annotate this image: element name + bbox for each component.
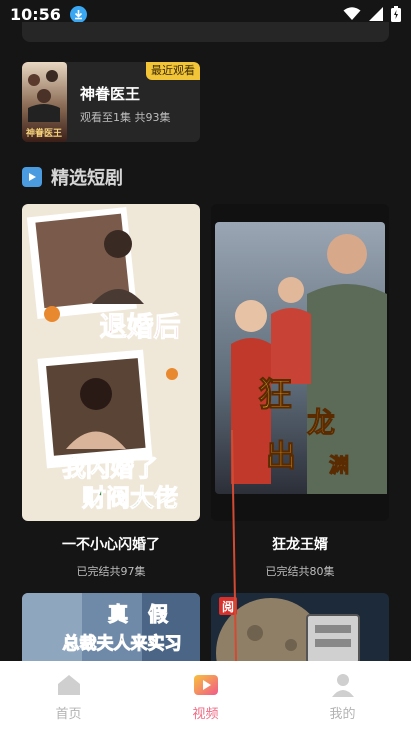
- drama-cover-text: 总裁夫人来实习: [63, 633, 182, 654]
- home-icon: [57, 675, 80, 695]
- recent-cover-text: 神眷医王: [26, 127, 62, 139]
- drama-cover-text: 我闪婚了: [62, 454, 158, 482]
- drama-cover: 狂 龙 出 渊: [211, 204, 389, 521]
- drama-cover-text: 真: [108, 602, 128, 626]
- section-header: 精选短剧: [22, 164, 123, 190]
- drama-card[interactable]: 狂 龙 出 渊 狂龙王婿 已完结共80集: [211, 204, 389, 579]
- tab-home-label: 首页: [55, 707, 82, 722]
- video-icon: [193, 675, 218, 695]
- tab-video[interactable]: 视频: [137, 661, 274, 731]
- play-icon: [22, 167, 42, 187]
- status-icons: [343, 6, 401, 22]
- drama-card-partial[interactable]: 真 假 总裁夫人来实习: [22, 593, 200, 663]
- drama-cover-text: 渊: [329, 453, 349, 477]
- battery-icon: [391, 6, 401, 22]
- drama-card-partial[interactable]: 阅: [211, 593, 389, 663]
- bottom-tab-bar: 首页 视频 我的: [0, 661, 411, 731]
- recent-watch-card[interactable]: 神眷医王 最近观看 神眷医王 观看至1集 共93集: [22, 62, 200, 142]
- recent-title: 神眷医王: [80, 85, 141, 103]
- drama-cover-text: 出: [266, 439, 296, 474]
- profile-icon: [331, 674, 354, 697]
- tab-home[interactable]: 首页: [0, 661, 137, 731]
- previous-card[interactable]: [22, 22, 389, 42]
- section-title: 精选短剧: [51, 168, 123, 189]
- cover-badge: 阅: [222, 599, 234, 614]
- drama-cover-text: 假: [148, 602, 169, 626]
- recent-progress: 观看至1集 共93集: [80, 111, 171, 124]
- tab-profile-label: 我的: [329, 707, 356, 722]
- drama-cover-text: 龙: [307, 406, 335, 439]
- wifi-icon: [343, 7, 361, 20]
- drama-title: 狂龙王婿: [272, 537, 328, 553]
- drama-cover: 退婚后 我闪婚了 财阀大佬: [22, 204, 200, 521]
- status-time: 10:56: [10, 4, 61, 24]
- signal-icon: [369, 7, 383, 21]
- drama-cover-text: 财阀大佬: [82, 484, 178, 512]
- download-icon: [69, 5, 87, 23]
- tab-profile[interactable]: 我的: [274, 661, 411, 731]
- drama-episodes: 已完结共97集: [76, 565, 146, 578]
- drama-title: 一不小心闪婚了: [62, 537, 160, 553]
- drama-cover-text: 狂: [258, 375, 292, 415]
- drama-episodes: 已完结共80集: [265, 565, 335, 578]
- tab-video-label: 视频: [192, 707, 219, 722]
- recent-cover: 神眷医王: [22, 62, 67, 142]
- drama-card[interactable]: 退婚后 我闪婚了 财阀大佬 一不小心闪婚了 已完结共97集: [22, 204, 200, 579]
- drama-cover-text: 退婚后: [100, 312, 181, 343]
- recent-badge: 最近观看: [146, 62, 200, 80]
